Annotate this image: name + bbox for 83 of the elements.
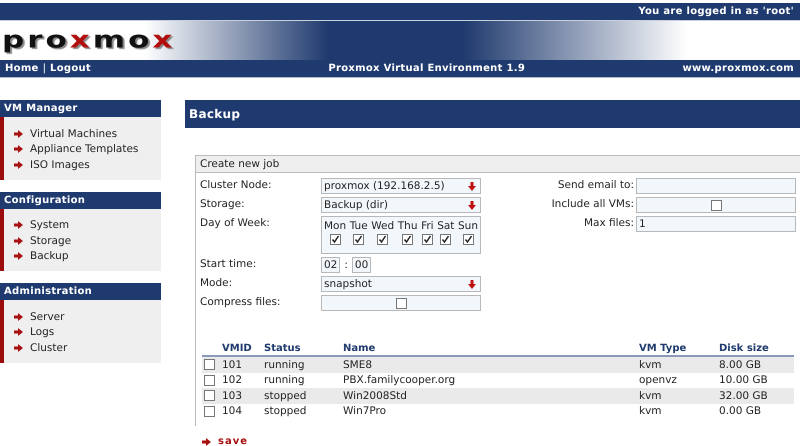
menu-item[interactable]: ISO Images	[30, 158, 90, 171]
checkbox[interactable]	[204, 359, 215, 370]
table-cell: 102	[222, 372, 264, 388]
menu-item[interactable]: Server	[30, 310, 64, 323]
menu-item[interactable]: Appliance Templates	[30, 143, 138, 156]
day-label: Sat	[437, 220, 454, 232]
checkbox[interactable]	[204, 390, 215, 402]
table-cell: Win7Pro	[343, 404, 639, 419]
table-cell: Win2008Std	[343, 388, 639, 404]
checkbox[interactable]	[710, 200, 722, 210]
table-cell: stopped	[264, 404, 343, 419]
section-header: Administration	[0, 283, 161, 300]
dropdown[interactable]: snapshot	[321, 276, 481, 292]
app-title: Proxmox Virtual Environment 1.9	[328, 63, 526, 74]
arrow-down-icon	[468, 280, 476, 288]
arrow-down-icon	[468, 182, 476, 190]
day-label: Tue	[350, 220, 368, 232]
checkbox[interactable]	[462, 234, 474, 245]
menu-item[interactable]: Virtual Machines	[30, 128, 118, 140]
table-cell: 103	[222, 388, 264, 404]
input-field[interactable]	[636, 178, 796, 194]
menu-item[interactable]: Cluster	[30, 342, 68, 354]
menu-item[interactable]: Backup	[30, 250, 68, 262]
dropdown[interactable]: proxmox (192.168.2.5)	[321, 178, 481, 194]
day-label: Mon	[324, 220, 346, 232]
hour-field[interactable]: 02	[321, 257, 340, 273]
minute-field[interactable]: 00	[352, 257, 372, 273]
field-label: Day of Week:	[200, 216, 271, 229]
table-cell: SME8	[343, 356, 639, 372]
checkbox[interactable]	[377, 234, 388, 245]
table-cell: running	[264, 356, 343, 372]
section-header: Configuration	[0, 192, 161, 208]
time-separator: :	[344, 259, 348, 271]
table-cell: kvm	[639, 388, 719, 404]
separator: |	[42, 63, 46, 74]
arrow-down-icon	[468, 200, 476, 210]
table-cell: 32.00 GB	[719, 388, 794, 404]
table-cell: 0.00 GB	[719, 404, 794, 419]
table-cell: openvz	[639, 372, 719, 388]
panel-title: Create new job	[196, 156, 800, 173]
day-label: Thu	[398, 220, 418, 232]
input-field[interactable]: 1	[636, 216, 796, 232]
checkbox[interactable]	[353, 234, 364, 245]
field-label: Mode:	[200, 276, 234, 289]
day-label: Wed	[371, 220, 394, 232]
checkbox[interactable]	[330, 234, 341, 245]
menu-item[interactable]: Logs	[30, 326, 54, 338]
field-label: Send email to:	[556, 178, 635, 191]
checkbox[interactable]	[204, 374, 215, 386]
section-header: VM Manager	[0, 100, 161, 117]
dropdown[interactable]: Backup (dir)	[321, 197, 481, 213]
checkbox[interactable]	[440, 234, 452, 245]
nav-link[interactable]: Logout	[50, 63, 92, 74]
checkbox[interactable]	[396, 298, 406, 308]
site-link[interactable]: www.proxmox.com	[682, 63, 794, 74]
save-link[interactable]: save	[218, 436, 248, 446]
page-title: Backup	[185, 100, 800, 128]
table-cell: kvm	[639, 356, 719, 372]
nav-link[interactable]: Home	[5, 63, 39, 74]
field-label: Compress files:	[200, 295, 282, 308]
field-label: Cluster Node:	[200, 178, 273, 191]
table-cell: 10.00 GB	[719, 372, 794, 388]
arrow-right-icon	[202, 438, 211, 446]
login-status: You are logged in as 'root'	[638, 6, 795, 17]
table-cell: 101	[222, 356, 264, 372]
field-label: Start time:	[200, 257, 258, 270]
checkbox[interactable]	[422, 234, 433, 245]
checkbox[interactable]	[402, 234, 414, 245]
field-label: Max files:	[582, 216, 635, 229]
table-cell: 8.00 GB	[719, 356, 794, 372]
logo: prox mo x	[2, 28, 176, 52]
field-label: Include all VMs:	[550, 197, 635, 210]
table-cell: stopped	[264, 388, 343, 404]
table-cell: 104	[222, 404, 264, 419]
menu-item[interactable]: System	[30, 219, 70, 232]
checkbox[interactable]	[204, 406, 215, 417]
field-label: Storage:	[200, 197, 246, 210]
menu-item[interactable]: Storage	[30, 234, 72, 247]
day-label: Fri	[421, 220, 434, 232]
table-cell: kvm	[639, 404, 719, 419]
day-label: Sun	[458, 220, 478, 232]
table-cell: running	[264, 372, 343, 388]
table-cell: PBX.familycooper.org	[343, 372, 639, 388]
